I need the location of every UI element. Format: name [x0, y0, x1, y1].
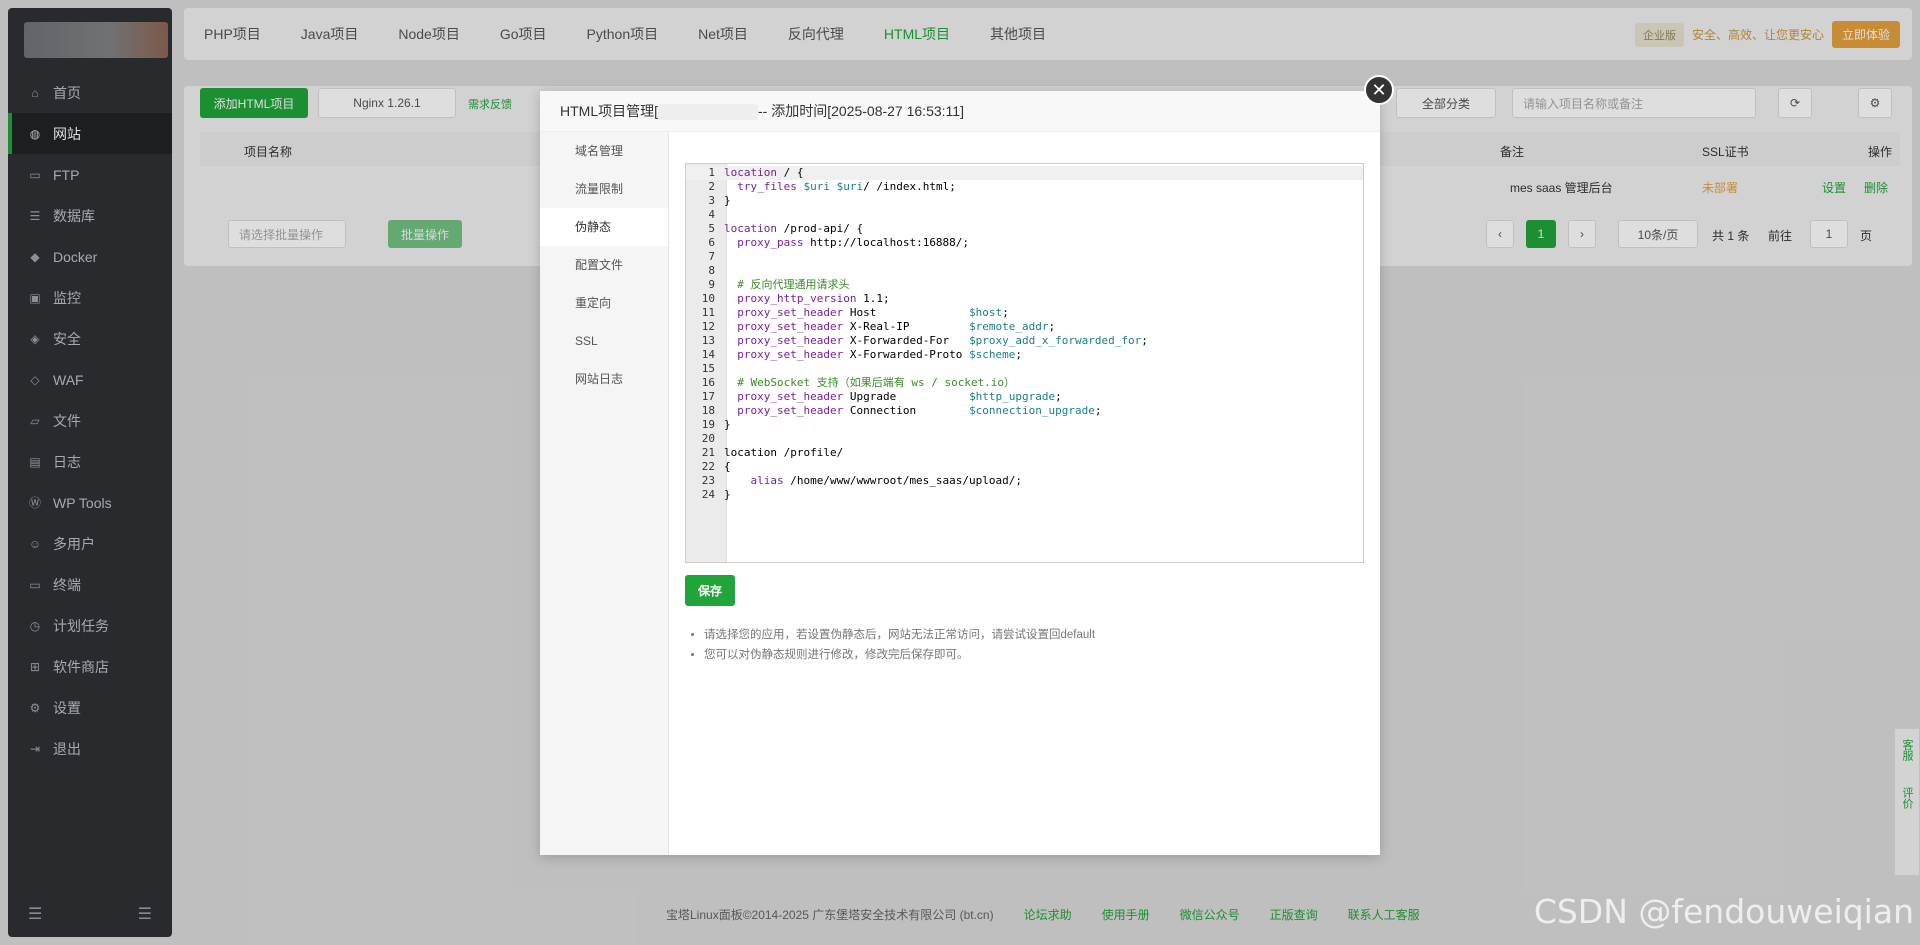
code-line: 8: [708, 264, 715, 277]
redacted-name: [658, 104, 758, 121]
html-project-dialog: HTML项目管理[-- 添加时间[2025-08-27 16:53:11] ✕ …: [540, 75, 1394, 855]
code-line: 4: [708, 208, 715, 221]
code-line: 16 # WebSocket 支持（如果后端有 ws / socket.io）: [701, 376, 1016, 389]
code-line: 7: [708, 250, 715, 263]
side-config-file[interactable]: 配置文件: [540, 246, 668, 284]
code-line: 21 location /profile/: [701, 446, 844, 459]
code-line: 6 proxy_pass http://localhost:16888/;: [708, 236, 970, 249]
code-line: 22{: [701, 460, 731, 473]
rewrite-code-editor[interactable]: 1 location / { 2 try_files $uri $uri/ /in…: [685, 163, 1364, 563]
side-ssl[interactable]: SSL: [540, 322, 668, 360]
dialog-side-menu: 域名管理 流量限制 伪静态 配置文件 重定向 SSL 网站日志: [540, 132, 669, 855]
code-line: 24}: [701, 488, 731, 501]
code-line: 10 proxy_http_version 1.1;: [701, 292, 890, 305]
code-line: 2 try_files $uri $uri/ /index.html;: [708, 180, 956, 193]
side-rewrite[interactable]: 伪静态: [540, 208, 668, 246]
save-button[interactable]: 保存: [685, 575, 735, 606]
code-line: 23 alias /home/www/wwwroot/mes_saas/uplo…: [701, 474, 1023, 487]
tip-item: 您可以对伪静态规则进行修改，修改完后保存即可。: [704, 645, 1095, 665]
code-line: 19}: [701, 418, 731, 431]
dialog-title: HTML项目管理[-- 添加时间[2025-08-27 16:53:11]: [540, 91, 1380, 132]
tips-list: 请选择您的应用，若设置伪静态后，网站无法正常访问，请尝试设置回default 您…: [704, 625, 1095, 665]
side-site-log[interactable]: 网站日志: [540, 360, 668, 398]
code-line: 3}: [708, 194, 731, 207]
code-line: 13 proxy_set_header X-Forwarded-For $pro…: [701, 334, 1148, 347]
code-line: 17 proxy_set_header Upgrade $http_upgrad…: [701, 390, 1062, 403]
code-content[interactable]: 1 location / { 2 try_files $uri $uri/ /in…: [686, 164, 1363, 502]
tip-item: 请选择您的应用，若设置伪静态后，网站无法正常访问，请尝试设置回default: [704, 625, 1095, 645]
code-line: 9 # 反向代理通用请求头: [708, 278, 850, 291]
code-line: 20: [701, 432, 715, 445]
close-icon[interactable]: ✕: [1364, 75, 1394, 105]
code-line: 15: [701, 362, 715, 375]
code-line: 12 proxy_set_header X-Real-IP $remote_ad…: [701, 320, 1056, 333]
side-traffic-limit[interactable]: 流量限制: [540, 170, 668, 208]
side-redirect[interactable]: 重定向: [540, 284, 668, 322]
code-line: 1 location / {: [686, 166, 1363, 180]
code-line: 18 proxy_set_header Connection $connecti…: [701, 404, 1102, 417]
code-line: 11 proxy_set_header Host $host;: [701, 306, 1009, 319]
code-line: 14 proxy_set_header X-Forwarded-Proto $s…: [701, 348, 1023, 361]
code-line: 5 location /prod-api/ {: [708, 222, 864, 235]
side-domain[interactable]: 域名管理: [540, 132, 668, 170]
watermark: CSDN @fendouweiqian: [1533, 892, 1914, 931]
